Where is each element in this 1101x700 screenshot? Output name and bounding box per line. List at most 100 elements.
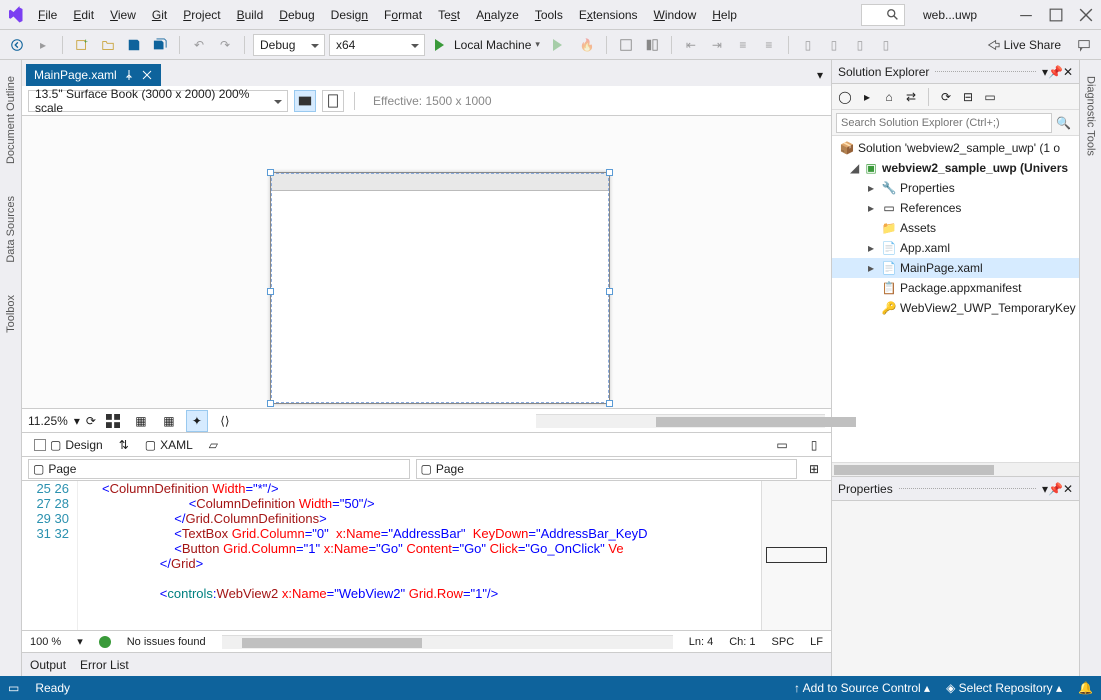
tab-toolbox[interactable]: Toolbox bbox=[3, 289, 19, 339]
split-tab-design[interactable]: ▢ Design bbox=[28, 436, 109, 454]
char-label[interactable]: Ch: 1 bbox=[729, 636, 755, 648]
bell-icon[interactable]: 🔔 bbox=[1078, 681, 1093, 695]
tree-references[interactable]: ▸▭References bbox=[832, 198, 1079, 218]
design-canvas[interactable] bbox=[22, 116, 831, 408]
tab-output[interactable]: Output bbox=[30, 658, 66, 672]
menu-view[interactable]: View bbox=[102, 4, 144, 26]
issues-label[interactable]: No issues found bbox=[127, 636, 206, 648]
menu-project[interactable]: Project bbox=[175, 4, 228, 26]
tab-data-sources[interactable]: Data Sources bbox=[3, 190, 19, 269]
indent-more-button[interactable]: ⇥ bbox=[706, 34, 728, 56]
new-project-button[interactable]: + bbox=[71, 34, 93, 56]
menu-extensions[interactable]: Extensions bbox=[571, 4, 646, 26]
bookmark-1[interactable]: ▯ bbox=[797, 34, 819, 56]
props-close-icon[interactable]: ✕ bbox=[1063, 482, 1073, 496]
select-repo-button[interactable]: ◈ Select Repository ▴ bbox=[946, 681, 1062, 695]
code-icon[interactable]: ⟨⟩ bbox=[214, 410, 236, 432]
tab-document-outline[interactable]: Document Outline bbox=[3, 70, 19, 170]
pin-icon[interactable] bbox=[123, 69, 135, 81]
split-editor-icon[interactable]: ⊞ bbox=[803, 458, 825, 480]
tree-assets[interactable]: 📁Assets bbox=[832, 218, 1079, 238]
tab-overflow-button[interactable]: ▾ bbox=[809, 64, 831, 86]
menu-tools[interactable]: Tools bbox=[527, 4, 571, 26]
menu-file[interactable]: File bbox=[30, 4, 65, 26]
tree-manifest[interactable]: 📋Package.appxmanifest bbox=[832, 278, 1079, 298]
tree-key[interactable]: 🔑WebView2_UWP_TemporaryKey bbox=[832, 298, 1079, 318]
menu-analyze[interactable]: Analyze bbox=[468, 4, 527, 26]
popout-icon[interactable]: ▱ bbox=[209, 438, 218, 452]
save-button[interactable] bbox=[123, 34, 145, 56]
sync-icon[interactable]: ⇄ bbox=[902, 88, 920, 106]
undo-button[interactable]: ↶ bbox=[188, 34, 210, 56]
ws-label[interactable]: SPC bbox=[772, 636, 795, 648]
split-h-icon[interactable]: ▭ bbox=[771, 434, 793, 456]
swap-panes-icon[interactable]: ⇅ bbox=[119, 438, 129, 452]
hot-reload-button[interactable]: 🔥 bbox=[576, 34, 598, 56]
tree-properties[interactable]: ▸🔧Properties bbox=[832, 178, 1079, 198]
close-tab-icon[interactable] bbox=[141, 69, 153, 81]
crumb-right[interactable]: ▢ Page bbox=[416, 459, 798, 479]
menu-test[interactable]: Test bbox=[430, 4, 468, 26]
device-dropdown[interactable]: 13.5" Surface Book (3000 x 2000) 200% sc… bbox=[28, 90, 288, 112]
tb-icon-2[interactable] bbox=[641, 34, 663, 56]
grid-icon-2[interactable]: ▦ bbox=[158, 410, 180, 432]
tree-solution[interactable]: 📦Solution 'webview2_sample_uwp' (1 o bbox=[832, 138, 1079, 158]
close-button[interactable] bbox=[1071, 1, 1101, 29]
comment-button[interactable]: ≡ bbox=[732, 34, 754, 56]
code-content[interactable]: <ColumnDefinition Width="*"/> <ColumnDef… bbox=[78, 481, 761, 630]
search-icon[interactable]: 🔍 bbox=[1052, 116, 1075, 130]
maximize-button[interactable] bbox=[1041, 1, 1071, 29]
home-icon[interactable]: ⌂ bbox=[880, 88, 898, 106]
close-panel-icon[interactable]: ✕ bbox=[1063, 65, 1073, 79]
orientation-landscape-button[interactable] bbox=[294, 90, 316, 112]
snap-icon[interactable]: ▦ bbox=[130, 410, 152, 432]
platform-dropdown[interactable]: x64 bbox=[329, 34, 425, 56]
tb-icon-1[interactable] bbox=[615, 34, 637, 56]
feedback-button[interactable] bbox=[1073, 34, 1095, 56]
solution-search-input[interactable] bbox=[836, 113, 1052, 133]
save-all-button[interactable] bbox=[149, 34, 171, 56]
status-rect-icon[interactable]: ▭ bbox=[8, 681, 19, 695]
minimize-button[interactable] bbox=[1011, 1, 1041, 29]
menu-format[interactable]: Format bbox=[376, 4, 430, 26]
xaml-editor[interactable]: 25 26 27 28 29 30 31 32 <ColumnDefinitio… bbox=[22, 480, 831, 630]
tree-appxaml[interactable]: ▸📄App.xaml bbox=[832, 238, 1079, 258]
menu-window[interactable]: Window bbox=[646, 4, 705, 26]
artboard[interactable] bbox=[270, 172, 610, 404]
bookmark-4[interactable]: ▯ bbox=[875, 34, 897, 56]
menu-design[interactable]: Design bbox=[323, 4, 376, 26]
tab-error-list[interactable]: Error List bbox=[80, 658, 129, 672]
refresh-icon[interactable]: ⟳ bbox=[937, 88, 955, 106]
fwd-icon[interactable]: ▸ bbox=[858, 88, 876, 106]
grid-icon-1[interactable] bbox=[102, 410, 124, 432]
tree-mainpage[interactable]: ▸📄MainPage.xaml bbox=[832, 258, 1079, 278]
uncomment-button[interactable]: ≡ bbox=[758, 34, 780, 56]
nav-fwd-button[interactable]: ▸ bbox=[32, 34, 54, 56]
le-label[interactable]: LF bbox=[810, 636, 823, 648]
tab-diagnostic-tools[interactable]: Diagnostic Tools bbox=[1083, 70, 1099, 162]
pin-icon[interactable]: 📌 bbox=[1048, 65, 1063, 79]
menu-build[interactable]: Build bbox=[229, 4, 272, 26]
split-v-icon[interactable]: ▯ bbox=[803, 434, 825, 456]
collapse-icon[interactable]: ⊟ bbox=[959, 88, 977, 106]
doc-tab-mainpage[interactable]: MainPage.xaml bbox=[26, 64, 161, 86]
orientation-portrait-button[interactable] bbox=[322, 90, 344, 112]
show-all-icon[interactable]: ▭ bbox=[981, 88, 999, 106]
back-icon[interactable]: ◯ bbox=[836, 88, 854, 106]
snapline-icon[interactable]: ✦ bbox=[186, 410, 208, 432]
live-share-button[interactable]: Live Share bbox=[978, 38, 1069, 52]
crumb-left[interactable]: ▢ Page bbox=[28, 459, 410, 479]
start-wo-debug-button[interactable] bbox=[550, 34, 572, 56]
bookmark-2[interactable]: ▯ bbox=[823, 34, 845, 56]
menu-help[interactable]: Help bbox=[704, 4, 745, 26]
start-debug-button[interactable]: Local Machine▾ bbox=[429, 34, 546, 56]
menu-edit[interactable]: Edit bbox=[65, 4, 102, 26]
tree-scroll[interactable] bbox=[832, 462, 1079, 476]
add-source-control-button[interactable]: ↑ Add to Source Control ▴ bbox=[794, 681, 930, 695]
nav-back-button[interactable] bbox=[6, 34, 28, 56]
redo-button[interactable]: ↷ bbox=[214, 34, 236, 56]
line-label[interactable]: Ln: 4 bbox=[689, 636, 713, 648]
solution-tree[interactable]: 📦Solution 'webview2_sample_uwp' (1 o ◢▣w… bbox=[832, 136, 1079, 462]
menu-debug[interactable]: Debug bbox=[271, 4, 322, 26]
title-search-box[interactable] bbox=[861, 4, 905, 26]
